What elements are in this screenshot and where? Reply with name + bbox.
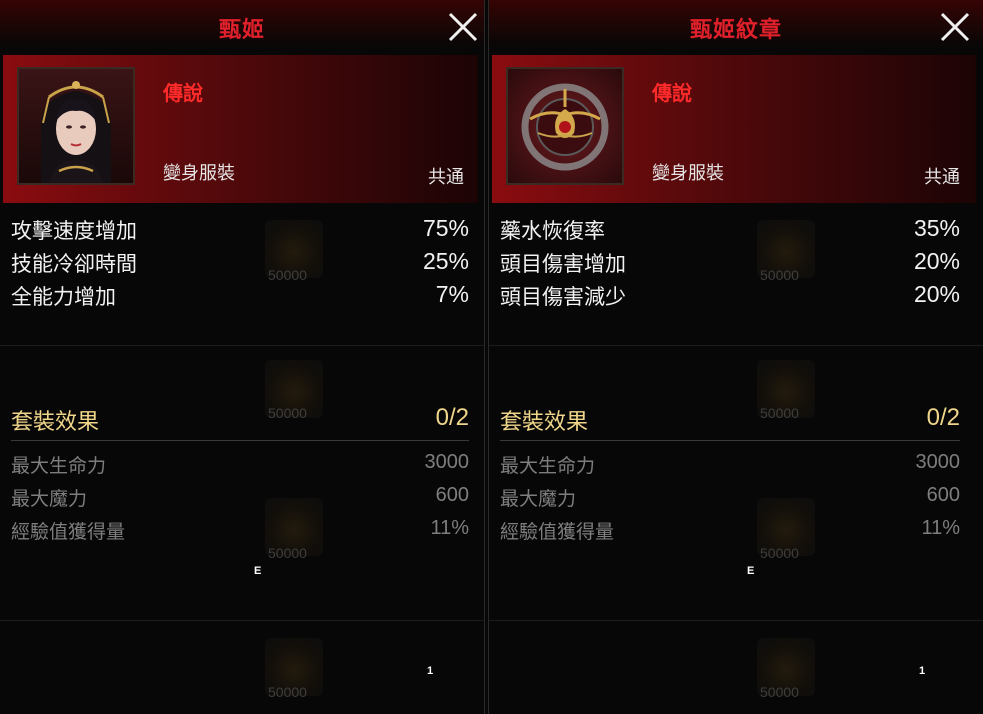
stat-row: 頭目傷害增加 20%	[500, 248, 960, 281]
set-effect-stat-label: 最大生命力	[500, 455, 596, 477]
set-effect-stat-value: 11%	[430, 517, 469, 539]
set-effect-progress: 0/2	[435, 404, 469, 431]
set-effect-header: 套裝效果 0/2	[11, 404, 469, 438]
set-effect-stat-label: 經驗值獲得量	[500, 521, 615, 543]
stat-label: 全能力增加	[11, 285, 116, 309]
set-effect-stat-value: 600	[926, 484, 960, 506]
background-coin-icon	[757, 638, 815, 696]
set-effect-row: 最大魔力 600	[500, 484, 960, 514]
background-divider	[0, 345, 484, 346]
stat-row: 技能冷卻時間 25%	[11, 248, 469, 281]
stat-value: 75%	[422, 215, 469, 241]
stat-label: 頭目傷害減少	[500, 285, 626, 309]
marker-text: 1	[919, 665, 926, 677]
stat-row: 藥水恢復率 35%	[500, 215, 960, 248]
set-effect-stat-value: 600	[435, 484, 469, 506]
marker-text: 1	[427, 665, 434, 677]
set-effect-label: 套裝效果	[11, 410, 100, 435]
costume-detail-panel-left: 50000 50000 50000 50000 50000 甄姬	[0, 0, 485, 714]
stat-label: 藥水恢復率	[500, 219, 605, 243]
stat-value: 35%	[913, 215, 960, 241]
stat-row: 攻擊速度增加 75%	[11, 215, 469, 248]
category-label: 變身服裝	[652, 163, 724, 184]
set-effect-header: 套裝效果 0/2	[500, 404, 960, 438]
set-effect-stat-label: 最大生命力	[11, 455, 107, 477]
background-coin-icon	[265, 638, 323, 696]
rarity-label: 傳說	[652, 81, 692, 105]
set-effect-row: 經驗值獲得量 11%	[500, 517, 960, 547]
stat-row: 全能力增加 7%	[11, 281, 469, 314]
scope-label: 共通	[924, 167, 960, 188]
set-effect-row: 最大生命力 3000	[500, 451, 960, 481]
set-effect-stat-label: 最大魔力	[500, 488, 577, 510]
marker-text: E	[747, 565, 755, 577]
set-effect-row: 最大魔力 600	[11, 484, 469, 514]
stat-value: 20%	[913, 281, 960, 307]
stat-label: 攻擊速度增加	[11, 219, 137, 243]
stat-label: 技能冷卻時間	[11, 252, 137, 276]
item-header: 傳說 變身服裝 共通	[492, 55, 976, 203]
set-effect-row: 最大生命力 3000	[11, 451, 469, 481]
stat-value: 20%	[913, 248, 960, 274]
set-effect-divider	[500, 440, 960, 441]
background-coin-value: 50000	[268, 684, 307, 700]
stat-label: 頭目傷害增加	[500, 252, 626, 276]
background-divider	[0, 620, 484, 621]
close-button[interactable]	[936, 8, 974, 46]
set-effect-stat-value: 3000	[424, 451, 470, 473]
set-effect-stat-value: 3000	[915, 451, 961, 473]
stat-row: 頭目傷害減少 20%	[500, 281, 960, 314]
background-coin-value: 50000	[268, 545, 307, 561]
set-effect-label: 套裝效果	[500, 410, 589, 435]
set-effect-stat-label: 經驗值獲得量	[11, 521, 126, 543]
item-header: 傳說 變身服裝 共通	[3, 55, 478, 203]
scope-label: 共通	[428, 167, 464, 188]
set-effect-stat-label: 最大魔力	[11, 488, 88, 510]
close-icon	[448, 12, 478, 42]
set-effect-row: 經驗值獲得量 11%	[11, 517, 469, 547]
panel-title: 甄姬	[218, 18, 265, 43]
costume-detail-panel-right: 50000 50000 50000 50000 50000 甄姬紋章	[488, 0, 983, 714]
close-icon	[940, 12, 970, 42]
consort-portrait-icon	[17, 67, 135, 185]
background-coin-value: 50000	[760, 545, 799, 561]
background-divider	[489, 620, 983, 621]
rarity-label: 傳說	[163, 81, 203, 105]
set-effect-divider	[11, 440, 469, 441]
panel-title: 甄姬紋章	[689, 18, 782, 43]
close-button[interactable]	[444, 8, 482, 46]
background-coin-value: 50000	[760, 684, 799, 700]
stat-value: 25%	[422, 248, 469, 274]
set-effect-stat-value: 11%	[921, 517, 960, 539]
emblem-crest-icon	[506, 67, 624, 185]
category-label: 變身服裝	[163, 163, 235, 184]
stat-value: 7%	[435, 281, 469, 307]
set-effect-progress: 0/2	[926, 404, 960, 431]
marker-text: E	[254, 565, 262, 577]
background-divider	[489, 345, 983, 346]
